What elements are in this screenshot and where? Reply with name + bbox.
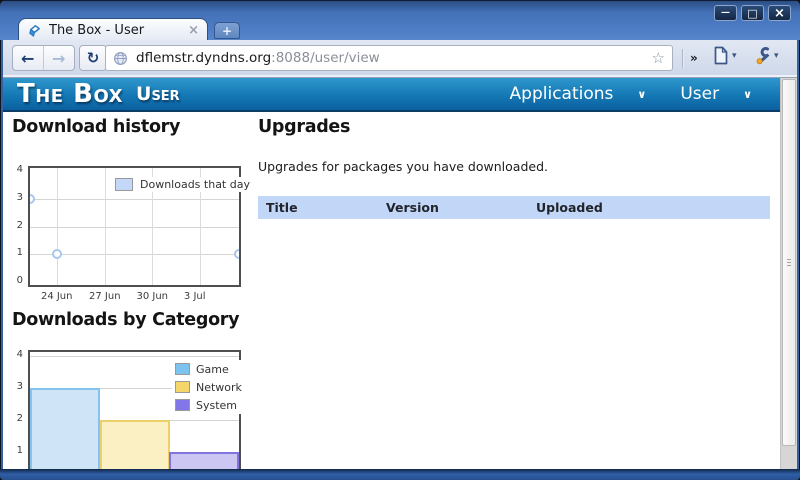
- menu-user[interactable]: User ∨: [680, 84, 752, 104]
- window-bottom-border: [0, 469, 800, 480]
- menu-user-label: User: [680, 84, 719, 104]
- upgrades-heading: Upgrades: [258, 117, 350, 137]
- category-chart-legend: Game Network System: [172, 360, 245, 414]
- page-viewport: The Box User Applications ∨ User ∨ Downl…: [3, 78, 780, 469]
- downloads-by-category-chart: Game Network System 1 2 3 4: [3, 345, 253, 467]
- globe-icon: [113, 51, 128, 66]
- legend-label: Game: [196, 363, 229, 376]
- page-icon: [713, 46, 729, 65]
- x-tick-label: 30 Jun: [136, 291, 168, 302]
- legend-label: Network: [196, 381, 242, 394]
- new-tab-button[interactable]: +: [214, 22, 240, 39]
- window-controls: — □ ×: [714, 5, 791, 21]
- upgrades-table-header: Title Version Uploaded: [258, 196, 770, 219]
- bar-game: [30, 388, 100, 469]
- download-history-chart-frame: Downloads that day: [28, 166, 241, 287]
- browser-window: The Box - User × + — □ × ← → ↻ df: [0, 0, 800, 480]
- gridline: [30, 356, 239, 357]
- address-bar[interactable]: dflemstr.dyndns.org:8088/user/view ☆: [105, 45, 673, 71]
- bookmark-star-icon[interactable]: ☆: [652, 51, 665, 66]
- upgrades-description: Upgrades for packages you have downloade…: [258, 159, 548, 174]
- nav-buttons: ← →: [12, 45, 75, 71]
- tab-close-icon[interactable]: ×: [188, 24, 199, 37]
- chevron-down-icon: ∨: [743, 88, 752, 101]
- bar-system: [169, 452, 239, 469]
- chevron-down-icon: ∨: [637, 88, 646, 101]
- url-path: :8088/user/view: [271, 50, 380, 66]
- menu-applications[interactable]: Applications ∨: [510, 84, 647, 104]
- page-menu-button[interactable]: ▾: [713, 46, 737, 65]
- maximize-button[interactable]: □: [741, 5, 764, 21]
- y-tick-label: 4: [3, 349, 23, 360]
- wrench-menu-arrow-icon: ▾: [774, 51, 779, 61]
- bar-network: [100, 420, 170, 469]
- y-tick-label: 0: [3, 275, 23, 286]
- scrollbar-grip: [787, 259, 791, 268]
- legend-label: System: [196, 399, 237, 412]
- column-header-version: Version: [378, 200, 528, 215]
- download-history-heading: Download history: [12, 117, 180, 137]
- banner-menus: Applications ∨ User ∨: [476, 84, 766, 104]
- legend-swatch: [175, 399, 190, 411]
- scrollbar-thumb[interactable]: [782, 79, 796, 446]
- page-menu-arrow-icon: ▾: [732, 51, 737, 61]
- x-tick-label: 3 Jul: [184, 291, 206, 302]
- tab-title: The Box - User: [49, 23, 188, 38]
- forward-button[interactable]: →: [44, 46, 75, 70]
- x-tick-label: 27 Jun: [89, 291, 121, 302]
- legend-swatch: [115, 178, 133, 191]
- downloads-by-category-heading: Downloads by Category: [12, 310, 239, 330]
- site-logo: The Box: [17, 81, 123, 107]
- overflow-chevron-icon[interactable]: »: [690, 51, 697, 65]
- gridline: [57, 168, 58, 285]
- legend-label: Downloads that day: [140, 178, 250, 191]
- data-point-marker: [52, 249, 62, 259]
- download-history-legend: Downloads that day: [113, 177, 252, 192]
- tab-favicon-box-icon: [27, 23, 42, 38]
- category-chart-frame: Game Network System: [28, 350, 241, 469]
- legend-row-system: System: [172, 396, 245, 414]
- site-banner: The Box User Applications ∨ User ∨: [3, 78, 780, 112]
- y-tick-label: 2: [3, 413, 23, 424]
- upgrades-table: Title Version Uploaded: [258, 196, 770, 219]
- minimize-button[interactable]: —: [714, 5, 737, 21]
- url-host: dflemstr.dyndns.org: [136, 50, 271, 66]
- gridline: [105, 168, 106, 285]
- page-content: Download history Upgrades Upgrades for p…: [3, 112, 780, 467]
- legend-swatch: [175, 363, 190, 375]
- y-tick-label: 2: [3, 220, 23, 231]
- gridline: [30, 227, 239, 228]
- close-button[interactable]: ×: [768, 5, 791, 21]
- titlebar[interactable]: The Box - User × + — □ ×: [0, 0, 800, 40]
- legend-row-game: Game: [172, 360, 245, 378]
- y-tick-label: 1: [3, 445, 23, 456]
- y-tick-label: 3: [3, 192, 23, 203]
- url-text: dflemstr.dyndns.org:8088/user/view: [136, 50, 380, 66]
- browser-toolbar: ← → ↻ dflemstr.dyndns.org:8088/user/view…: [3, 40, 797, 78]
- data-point-marker: [234, 249, 239, 259]
- legend-row-network: Network: [172, 378, 245, 396]
- wrench-icon: [752, 46, 771, 65]
- legend-swatch: [175, 381, 190, 393]
- column-header-title: Title: [258, 200, 378, 215]
- reload-button[interactable]: ↻: [79, 45, 107, 71]
- data-point-marker: [30, 194, 35, 204]
- y-tick-label: 4: [3, 164, 23, 175]
- menu-applications-label: Applications: [510, 84, 614, 104]
- y-tick-label: 3: [3, 381, 23, 392]
- download-history-chart: Downloads that day 0 1 2 3 4 24 Jun 27 Jun 30 J…: [3, 152, 253, 310]
- back-button[interactable]: ←: [13, 46, 44, 70]
- gridline: [30, 199, 239, 200]
- vertical-scrollbar[interactable]: [780, 78, 797, 469]
- y-tick-label: 1: [3, 247, 23, 258]
- wrench-menu-button[interactable]: ▾: [752, 46, 779, 65]
- column-header-uploaded: Uploaded: [528, 200, 770, 215]
- toolbar-separator: [682, 49, 683, 68]
- x-tick-label: 24 Jun: [41, 291, 73, 302]
- tab-the-box-user[interactable]: The Box - User ×: [18, 18, 208, 41]
- site-logo-section: User: [136, 85, 180, 104]
